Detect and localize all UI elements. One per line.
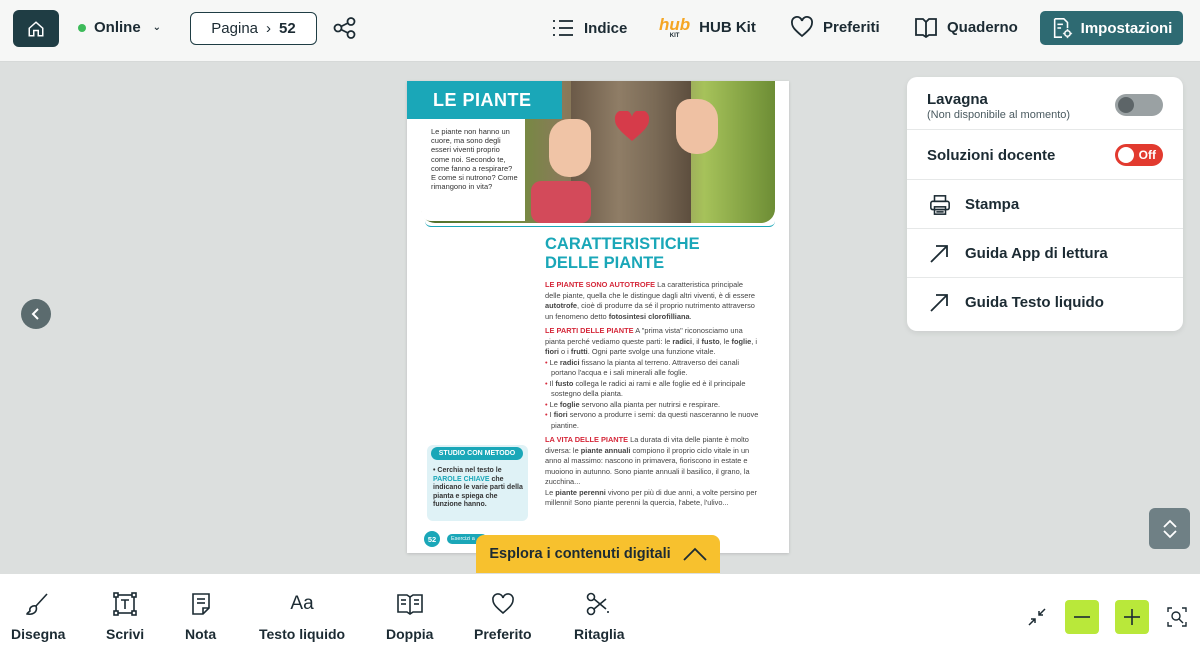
index-label: Indice [584, 19, 628, 37]
home-icon [28, 20, 44, 36]
chevron-up-down-icon [1162, 519, 1177, 538]
draw-tool[interactable]: Disegna [11, 592, 65, 642]
zoom-area-icon[interactable] [1167, 607, 1187, 627]
paragraph-autotrofe: LE PIANTE SONO AUTOTROFE La caratteristi… [545, 280, 755, 321]
list-item: Il fusto collega le radici ai rami e all… [550, 379, 759, 400]
liquid-text-label: Testo liquido [259, 626, 346, 642]
scissors-icon [586, 592, 612, 616]
arrow-up-right-icon [930, 294, 948, 312]
liquid-text-guide-label: Guida Testo liquido [965, 294, 1104, 311]
teacher-solutions-label: Soluzioni docente [927, 147, 1056, 164]
brush-icon [26, 593, 48, 615]
previous-page-button[interactable] [21, 299, 51, 329]
heart-icon [791, 16, 813, 38]
share-icon[interactable] [333, 17, 357, 39]
list-item: Le radici fissano la pianta al terreno. … [550, 358, 759, 379]
intro-text: Le piante non hanno un cuore, ma sono de… [421, 119, 525, 221]
teacher-solutions-toggle[interactable]: Off [1115, 144, 1163, 166]
double-page-tool[interactable]: Doppia [386, 592, 433, 642]
zoom-in-button[interactable] [1115, 600, 1149, 634]
chevron-up-icon [682, 547, 707, 561]
zoom-out-button[interactable] [1065, 600, 1099, 634]
liquid-text-guide-row[interactable]: Guida Testo liquido [907, 278, 1183, 331]
settings-label: Impostazioni [1080, 19, 1173, 37]
text-box-icon [113, 592, 137, 616]
scroll-toggle-button[interactable] [1149, 508, 1190, 549]
write-tool[interactable]: Scrivi [106, 592, 144, 642]
bottom-toolbar: Disegna Scrivi Nota Aa Testo liquido Dop… [0, 573, 1200, 657]
plus-icon [1124, 609, 1140, 625]
chevron-down-icon: ⌄ [152, 22, 162, 33]
crop-tool[interactable]: Ritaglia [574, 592, 625, 642]
home-button[interactable] [13, 10, 59, 47]
double-page-label: Doppia [386, 626, 434, 642]
chevron-left-icon [31, 308, 39, 320]
favorites-button[interactable]: Preferiti [790, 16, 880, 38]
hub-kit-label: HUB Kit [699, 19, 756, 36]
parts-list: Le radici fissano la pianta al terreno. … [545, 358, 759, 432]
reading-app-guide-label: Guida App di lettura [965, 245, 1108, 262]
index-button[interactable]: Indice [551, 16, 627, 40]
print-label: Stampa [965, 196, 1020, 213]
notebook-label: Quaderno [947, 18, 1018, 36]
paragraph-vita: LA VITA DELLE PIANTE La durata di vita d… [545, 435, 750, 486]
chapter-title: LE PIANTE [407, 81, 562, 119]
book-page[interactable]: LE PIANTE Le piante non hanno un cuore, … [407, 81, 789, 553]
list-icon [553, 20, 573, 36]
whiteboard-sublabel: (Non disponibile al momento) [927, 109, 1071, 121]
section-title: CARATTERISTICHE DELLE PIANTE [545, 235, 700, 272]
chevron-right-icon: › [266, 20, 272, 37]
book-open-icon [915, 18, 937, 38]
print-row[interactable]: Stampa [907, 180, 1183, 229]
settings-button[interactable]: Impostazioni [1040, 11, 1183, 45]
list-item: Le foglie servono alla pianta per nutrir… [550, 400, 759, 411]
favorite-tool[interactable]: Preferito [474, 592, 532, 642]
body-text: LE PIANTE SONO AUTOTROFE La caratteristi… [545, 280, 759, 513]
draw-label: Disegna [11, 626, 66, 642]
note-icon [191, 593, 210, 615]
font-icon: Aa [290, 593, 314, 614]
status-dot [78, 23, 86, 32]
crop-label: Ritaglia [574, 626, 625, 642]
settings-document-icon [1053, 18, 1072, 39]
page-number: 52 [279, 20, 296, 37]
hub-kit-button[interactable]: hub KIT HUB Kit [659, 16, 756, 39]
reading-app-guide-row[interactable]: Guida App di lettura [907, 229, 1183, 278]
minus-icon [1074, 616, 1090, 618]
collapse-icon[interactable] [1027, 607, 1047, 627]
printer-icon [930, 195, 950, 215]
book-open-icon [396, 594, 423, 615]
whiteboard-row: Lavagna (Non disponibile al momento) [907, 77, 1183, 130]
paragraph-parti: LE PARTI DELLE PIANTE A "prima vista" ri… [545, 326, 757, 356]
notebook-button[interactable]: Quaderno [914, 16, 1018, 38]
liquid-text-tool[interactable]: Aa Testo liquido [259, 592, 345, 642]
heart-carving-icon [614, 111, 650, 141]
top-toolbar: Online ⌄ Pagina › 52 Indice hub KIT HUB … [0, 0, 1200, 62]
status-label: Online [94, 19, 141, 36]
write-label: Scrivi [106, 626, 145, 642]
page-navigator[interactable]: Pagina › 52 [190, 12, 317, 45]
heart-icon [491, 593, 514, 615]
study-method-text: • Cerchia nel testo le PAROLE CHIAVE che… [433, 467, 523, 509]
online-status-dropdown[interactable]: Online ⌄ [78, 19, 161, 36]
arrow-up-right-icon [930, 245, 948, 263]
study-method-title: STUDIO CON METODO [431, 447, 523, 460]
whiteboard-toggle[interactable] [1115, 94, 1163, 116]
study-method-box: STUDIO CON METODO • Cerchia nel testo le… [427, 445, 528, 521]
hub-kit-logo: hub KIT [659, 15, 691, 39]
page-number-badge: 52 [424, 531, 440, 547]
explore-digital-content-button[interactable]: Esplora i contenuti digitali [476, 535, 720, 573]
settings-panel: Lavagna (Non disponibile al momento) Sol… [907, 77, 1183, 331]
page-label: Pagina [211, 20, 259, 37]
whiteboard-label: Lavagna [927, 91, 988, 108]
favorite-label: Preferito [474, 626, 532, 642]
note-label: Nota [185, 626, 217, 642]
explore-digital-content-label: Esplora i contenuti digitali [489, 546, 671, 562]
favorites-label: Preferiti [823, 18, 880, 36]
paragraph-perenni: Le piante perenni vivono per più di due … [545, 487, 757, 508]
list-item: I fiori servono a produrre i semi: da qu… [550, 410, 759, 431]
note-tool[interactable]: Nota [185, 592, 216, 642]
teacher-solutions-row: Soluzioni docente Off [907, 130, 1183, 180]
